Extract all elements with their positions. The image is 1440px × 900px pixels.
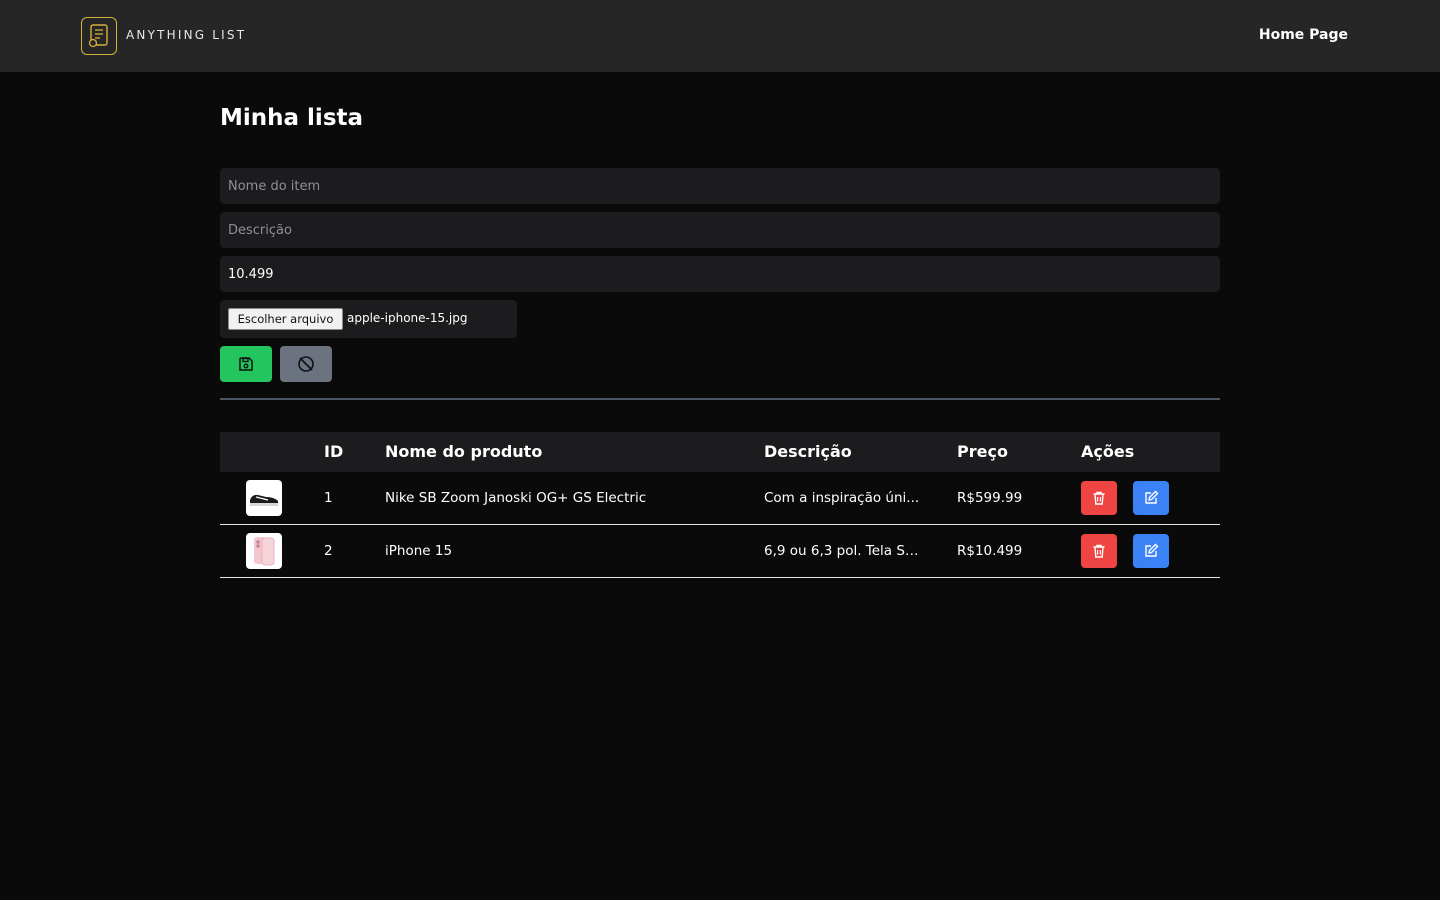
pencil-square-icon xyxy=(1145,543,1159,557)
section-divider xyxy=(220,398,1220,400)
cancel-circle-slash-icon xyxy=(298,356,314,372)
edit-button[interactable] xyxy=(1133,534,1169,568)
nav-home-link[interactable]: Home Page xyxy=(1259,27,1348,43)
cell-price: R$10.499 xyxy=(957,543,1023,559)
table-row: 2 iPhone 15 6,9 ou 6,3 pol. Tela Su... R… xyxy=(220,525,1220,578)
cell-description: Com a inspiração úni... xyxy=(764,490,920,506)
edit-button[interactable] xyxy=(1133,481,1169,515)
pencil-square-icon xyxy=(1145,490,1159,504)
cell-id: 2 xyxy=(324,543,333,559)
selected-file-name: apple-iphone-15.jpg xyxy=(347,311,468,325)
products-table: ID Nome do produto Descrição Preço Ações… xyxy=(220,432,1220,578)
table-row: 1 Nike SB Zoom Janoski OG+ GS Electric C… xyxy=(220,472,1220,525)
header-name: Nome do produto xyxy=(385,442,543,461)
header-price: Preço xyxy=(957,442,1008,461)
item-name-input[interactable] xyxy=(220,168,1220,204)
cell-price: R$599.99 xyxy=(957,490,1023,506)
header-actions: Ações xyxy=(1081,442,1135,461)
top-navbar: ANYTHING LIST Home Page xyxy=(0,0,1440,72)
floppy-disk-icon xyxy=(239,357,253,371)
cell-description: 6,9 ou 6,3 pol. Tela Su... xyxy=(764,543,926,559)
cell-name: iPhone 15 xyxy=(385,543,453,559)
item-description-input[interactable] xyxy=(220,212,1220,248)
header-description: Descrição xyxy=(764,442,852,461)
delete-button[interactable] xyxy=(1081,481,1117,515)
table-header: ID Nome do produto Descrição Preço Ações xyxy=(220,432,1220,472)
cell-id: 1 xyxy=(324,490,333,506)
header-id: ID xyxy=(324,442,344,461)
cell-name: Nike SB Zoom Janoski OG+ GS Electric xyxy=(385,490,647,506)
brand-name: ANYTHING LIST xyxy=(126,28,247,42)
trash-icon xyxy=(1093,544,1105,558)
file-upload-field: Escolher arquivo apple-iphone-15.jpg xyxy=(220,300,517,338)
item-price-input[interactable] xyxy=(220,256,1220,292)
cancel-button[interactable] xyxy=(280,346,332,382)
choose-file-button[interactable]: Escolher arquivo xyxy=(228,308,343,330)
sneaker-thumbnail xyxy=(246,480,282,516)
iphone-thumbnail xyxy=(246,533,282,569)
list-logo-icon[interactable] xyxy=(81,17,117,55)
save-button[interactable] xyxy=(220,346,272,382)
delete-button[interactable] xyxy=(1081,534,1117,568)
trash-icon xyxy=(1093,491,1105,505)
page-title: Minha lista xyxy=(220,105,364,131)
